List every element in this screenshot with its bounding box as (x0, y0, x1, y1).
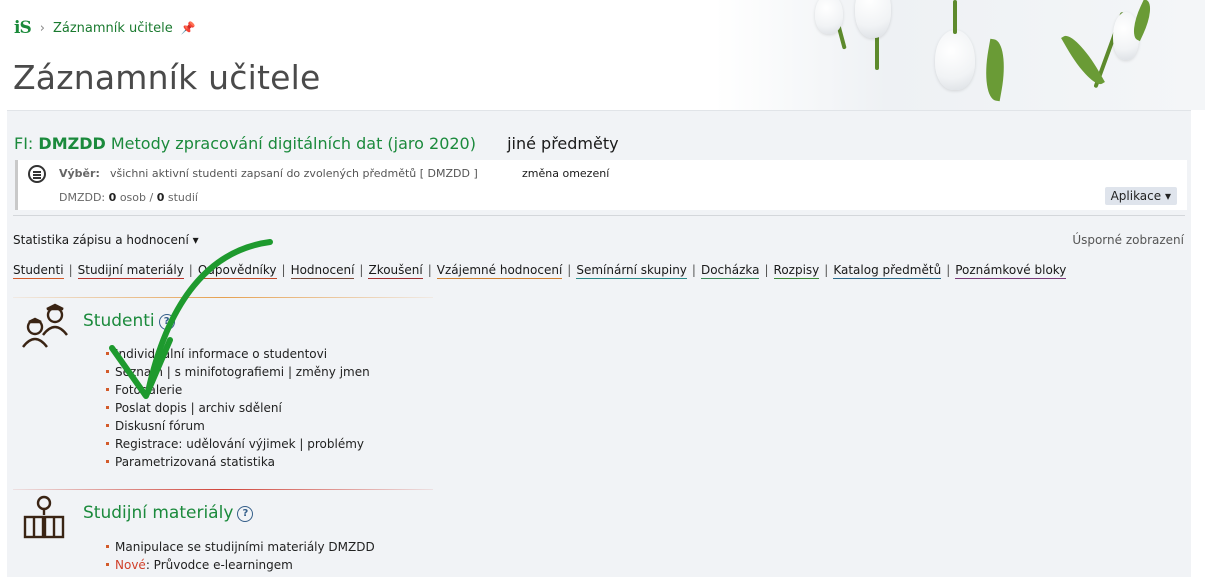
tab-separator: | (946, 263, 951, 277)
help-icon[interactable]: ? (237, 506, 254, 522)
compact-view-link[interactable]: Úsporné zobrazení (1072, 233, 1184, 247)
section-tabs: Studenti | Studijní materiály | Odpovědníky |… (13, 263, 1067, 279)
tab-link[interactable]: Zkoušení (368, 263, 423, 279)
change-restriction-link[interactable]: změna omezení (522, 167, 609, 180)
course-name: Metody zpracování digitálních dat (jaro … (110, 134, 476, 153)
other-subjects-link[interactable]: jiné předměty (507, 134, 619, 153)
list-item[interactable]: Nové: Průvodce e-learningem (106, 556, 375, 574)
study-materials-icon (23, 495, 65, 539)
student-counts: DMZDD: 0 osob / 0 studií (59, 191, 198, 204)
selection-label: Výběr: (59, 167, 100, 180)
list-item[interactable]: Poslat dopis | archiv sdělení (106, 399, 370, 417)
tab-link[interactable]: Rozpisy (773, 263, 820, 279)
tab-link[interactable]: Katalog předmětů (833, 263, 942, 279)
tab-separator: | (824, 263, 829, 277)
main-content: FI: DMZDD Metody zpracování digitálních … (7, 110, 1191, 577)
divider (13, 215, 1185, 216)
tab-separator: | (427, 263, 432, 277)
students-icon (22, 303, 68, 348)
tab-separator: | (764, 263, 769, 277)
selection-filter-box: Výběr: všichni aktivní studenti zapsaní … (15, 160, 1187, 210)
page-title: Záznamník učitele (13, 58, 321, 97)
course-header: FI: DMZDD Metody zpracování digitálních … (14, 134, 619, 153)
header-snowdrop-image (715, 0, 1205, 110)
chevron-right-icon: › (39, 20, 45, 36)
list-item[interactable]: Seznam | s minifotografiemi | změny jmen (106, 363, 370, 381)
list-item[interactable]: Parametrizovaná statistika (106, 453, 370, 471)
breadcrumb: iS › Záznamník učitele 📌 (14, 18, 196, 38)
tab-link[interactable]: Poznámkové bloky (955, 263, 1067, 279)
help-icon[interactable]: ? (158, 314, 175, 330)
is-logo[interactable]: iS (14, 18, 32, 38)
section-divider (13, 489, 433, 490)
selection-text: všichni aktivní studenti zapsaní do zvol… (110, 167, 478, 180)
students-links: Individuální informace o studentovi Sezna… (106, 345, 370, 471)
list-item[interactable]: Manipulace se studijními materiály DMZDD (106, 538, 375, 556)
tab-link[interactable]: Studijní materiály (77, 263, 184, 279)
section-divider (13, 297, 433, 298)
tab-separator: | (359, 263, 364, 277)
tab-link[interactable]: Semínární skupiny (576, 263, 687, 279)
list-icon (28, 165, 46, 183)
tab-link[interactable]: Studenti (13, 263, 64, 279)
study-materials-links: Manipulace se studijními materiály DMZDD… (106, 538, 375, 574)
list-item[interactable]: Registrace: udělování výjimek | problémy (106, 435, 370, 453)
tab-link[interactable]: Docházka (700, 263, 760, 279)
breadcrumb-link[interactable]: Záznamník učitele (53, 21, 173, 36)
list-item[interactable]: Fotogalerie (106, 381, 370, 399)
list-item[interactable]: Diskusní fórum (106, 417, 370, 435)
list-item[interactable]: Individuální informace o studentovi (106, 345, 370, 363)
tab-separator: | (188, 263, 193, 277)
tab-separator: | (567, 263, 572, 277)
section-title-students: Studenti? (83, 311, 175, 331)
stats-dropdown[interactable]: Statistika zápisu a hodnocení ▾ (13, 233, 199, 247)
pin-icon[interactable]: 📌 (181, 21, 196, 35)
section-title-study-materials: Studijní materiály? (83, 503, 254, 523)
tab-link[interactable]: Vzájemné hodnocení (436, 263, 563, 279)
faculty-prefix: FI: (14, 134, 34, 153)
tab-link[interactable]: Hodnocení (290, 263, 355, 279)
tab-separator: | (691, 263, 696, 277)
course-code: DMZDD (38, 134, 106, 153)
tab-separator: | (281, 263, 286, 277)
tab-separator: | (68, 263, 73, 277)
apps-dropdown-button[interactable]: Aplikace ▾ (1104, 187, 1177, 205)
tab-link[interactable]: Odpovědníky (197, 263, 277, 279)
